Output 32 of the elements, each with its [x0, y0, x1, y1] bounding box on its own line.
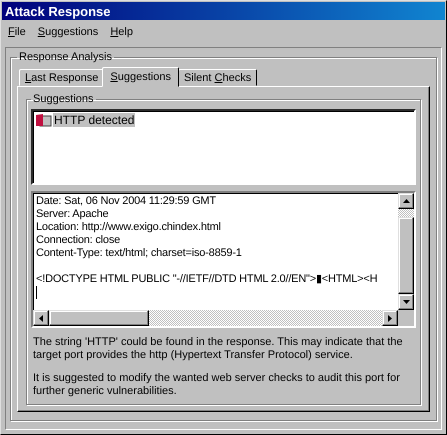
window-title: Attack Response [5, 4, 110, 18]
text-line: Connection: close [36, 234, 122, 247]
text-line: <!DOCTYPE HTML PUBLIC "-//IETF//DTD HTML 2.0//EN">▮<HTML><H [36, 273, 378, 286]
group-title: Suggestions [32, 93, 95, 105]
tab[interactable]: Last Response [19, 69, 104, 86]
menu-item[interactable]: Help [105, 23, 138, 41]
scroll-down-button[interactable] [398, 294, 414, 310]
right-arrow-icon [388, 314, 392, 322]
text-line: Location: http://www.exigo.chindex.html [36, 221, 222, 234]
scroll-up-button[interactable] [398, 193, 414, 209]
response-text-area[interactable] [31, 191, 416, 328]
scrollbar-corner [398, 310, 414, 326]
menu-item[interactable]: Suggestions [32, 23, 104, 41]
description-text: The string 'HTTP' could be found in the response. This may indicate that the target port provides the http (Hypertext Transfer Protocol) service. [33, 336, 404, 362]
left-arrow-icon [39, 314, 43, 322]
scroll-left-button[interactable] [33, 310, 49, 326]
description-text: It is suggested to modify the wanted web server checks to audit this port for further generic vulnerabilities. [33, 372, 401, 398]
text-line: Server: Apache [36, 208, 110, 221]
text-line: Content-Type: text/html; charset=iso-8859-1 [36, 247, 243, 260]
down-arrow-icon [402, 300, 410, 304]
text-line: Date: Sat, 06 Nov 2004 11:29:59 GMT [36, 195, 217, 208]
text-caret [36, 286, 37, 299]
item-label: HTTP detected [53, 113, 136, 127]
tab[interactable]: Suggestions [102, 67, 179, 87]
list-item[interactable]: HTTP detected [35, 113, 136, 127]
scroll-thumb[interactable] [49, 310, 149, 326]
up-arrow-icon [402, 199, 410, 203]
tab[interactable]: Silent Checks [178, 69, 258, 86]
menu-item[interactable]: File [3, 23, 31, 41]
group-title: Response Analysis [18, 51, 113, 63]
flag-icon [35, 113, 52, 127]
scroll-right-button[interactable] [382, 310, 398, 326]
